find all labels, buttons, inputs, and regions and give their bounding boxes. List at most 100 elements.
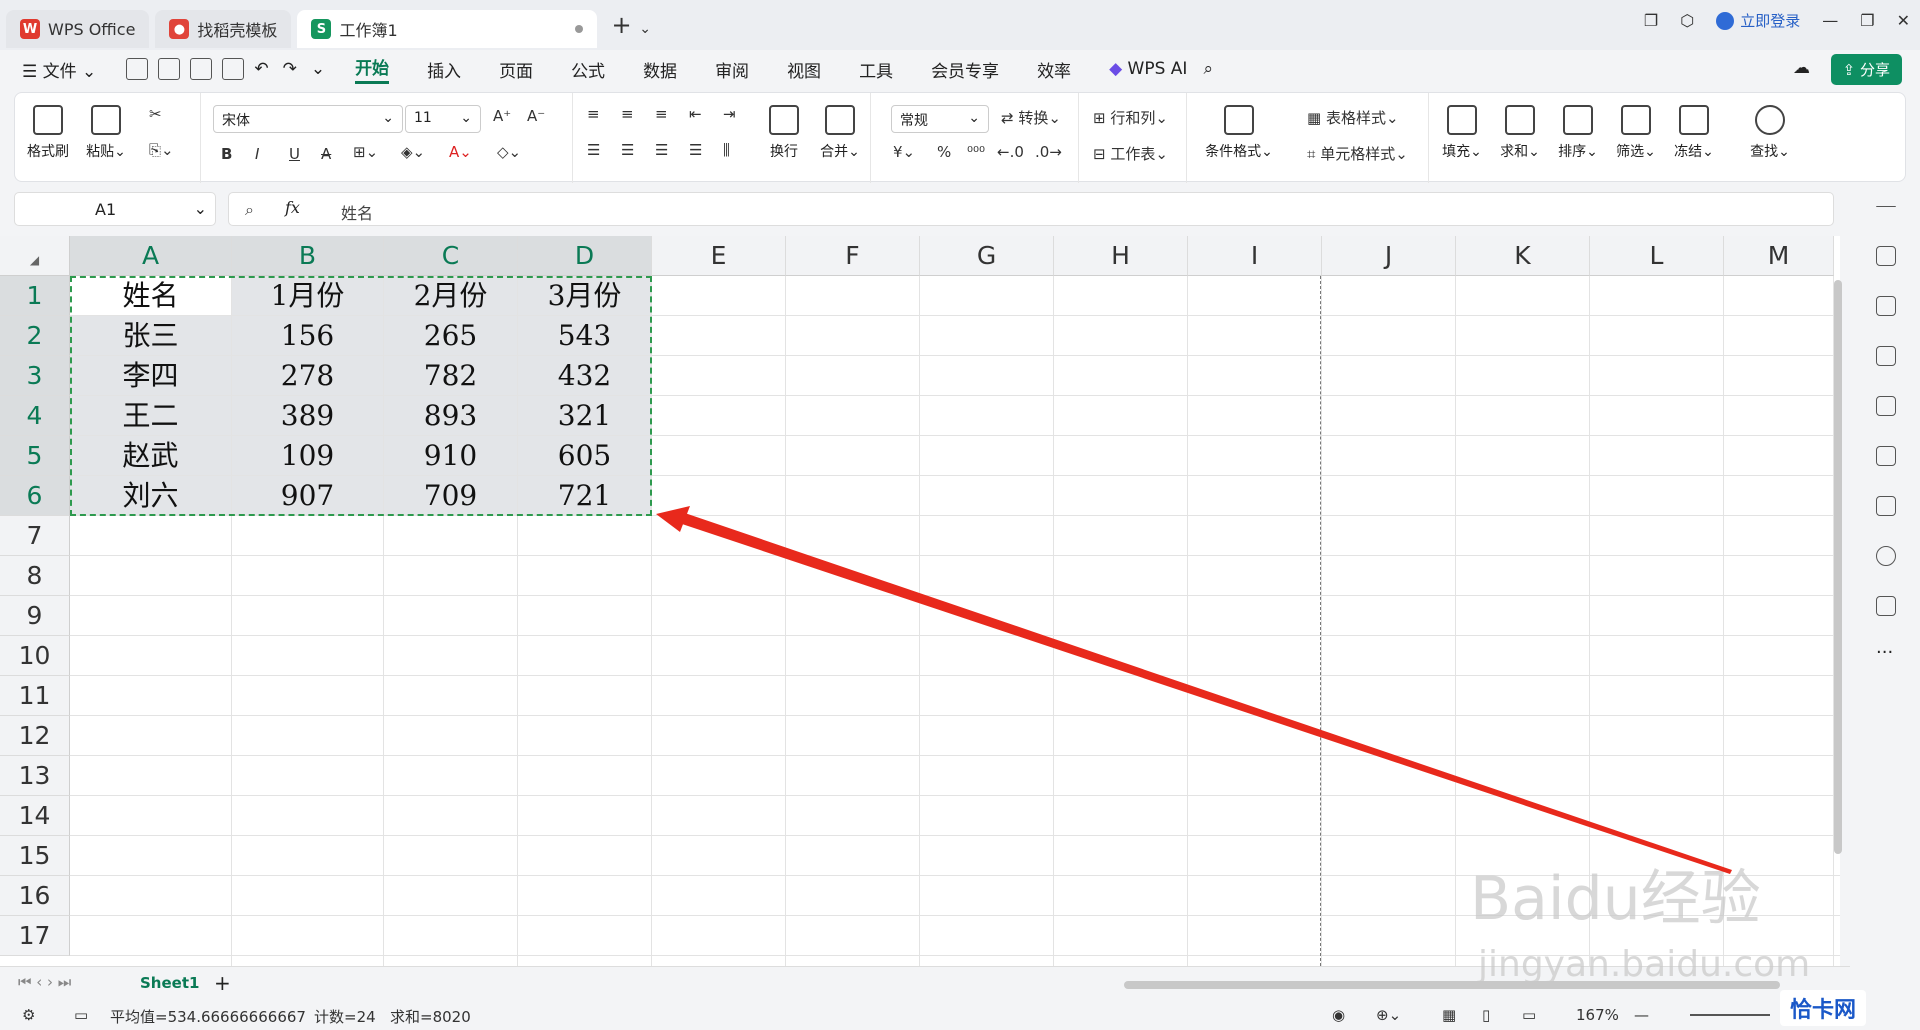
font-color-icon[interactable]: A⌄ [449, 143, 472, 161]
align-left-icon[interactable]: ☰ [587, 141, 600, 159]
share-button[interactable]: ⇪ 分享 [1830, 54, 1902, 85]
print-icon[interactable] [190, 58, 213, 80]
row-header-13[interactable]: 13 [0, 756, 70, 796]
row-header-1[interactable]: 1 [0, 276, 70, 316]
font-size-select[interactable]: 11 ⌄ [405, 105, 481, 133]
row-header-3[interactable]: 3 [0, 356, 70, 396]
tab-view[interactable]: 视图 [787, 57, 821, 82]
tab-wps-office[interactable]: W WPS Office [6, 10, 150, 48]
formula-input[interactable]: ⌕ fx 姓名 [228, 192, 1834, 226]
font-name-select[interactable]: 宋体 ⌄ [213, 105, 403, 133]
conditional-format-button[interactable]: 条件格式⌄ [1201, 105, 1277, 161]
cell-b3[interactable]: 278 [232, 356, 384, 396]
cell-c1[interactable]: 2月份 [384, 276, 518, 316]
sort-button[interactable]: 排序⌄ [1551, 105, 1605, 161]
cell-nav-icon[interactable]: ⊕⌄ [1376, 1006, 1401, 1024]
tab-formula[interactable]: 公式 [571, 57, 605, 82]
redo-icon[interactable]: ↷ [283, 59, 297, 79]
align-bottom-icon[interactable]: ≡ [655, 105, 668, 123]
align-center-icon[interactable]: ☰ [621, 141, 634, 159]
close-icon[interactable]: ✕ [1897, 11, 1910, 30]
cell-d2[interactable]: 543 [518, 316, 652, 356]
row-header-4[interactable]: 4 [0, 396, 70, 436]
column-header-e[interactable]: E [652, 236, 786, 276]
align-top-icon[interactable]: ≡ [587, 105, 600, 123]
wps-ai-button[interactable]: ◆ WPS AI [1109, 59, 1187, 79]
row-header-2[interactable]: 2 [0, 316, 70, 356]
filter-button[interactable]: 筛选⌄ [1609, 105, 1663, 161]
number-format-select[interactable]: 常规 ⌄ [891, 105, 989, 133]
minimize-icon[interactable]: — [1822, 11, 1838, 30]
cell-d6[interactable]: 721 [518, 476, 652, 516]
cell-a3[interactable]: 李四 [70, 356, 232, 396]
zoom-search-icon[interactable]: ⌕ [245, 200, 254, 220]
worksheet-button[interactable]: ⊟ 工作表⌄ [1093, 143, 1168, 164]
tab-efficiency[interactable]: 效率 [1037, 57, 1071, 82]
save-icon[interactable] [126, 58, 149, 80]
cell-d3[interactable]: 432 [518, 356, 652, 396]
cell-b1[interactable]: 1月份 [232, 276, 384, 316]
freeze-button[interactable]: 冻结⌄ [1667, 105, 1721, 161]
row-header-16[interactable]: 16 [0, 876, 70, 916]
cell-c6[interactable]: 709 [384, 476, 518, 516]
row-header-17[interactable]: 17 [0, 916, 70, 956]
page-icon[interactable]: ▭ [74, 1006, 88, 1024]
cube-icon[interactable]: ⬡ [1680, 11, 1694, 30]
formula-sum-icon[interactable] [1876, 596, 1896, 616]
row-header-12[interactable]: 12 [0, 716, 70, 756]
page-layout-view-icon[interactable]: ▯ [1482, 1006, 1490, 1024]
normal-view-icon[interactable]: ▦ [1442, 1006, 1456, 1024]
restore-icon[interactable]: ❐ [1860, 11, 1874, 30]
percent-icon[interactable]: % [937, 143, 951, 161]
tab-home[interactable]: 开始 [355, 54, 390, 84]
login-button[interactable]: 立即登录 [1716, 10, 1800, 31]
tab-page[interactable]: 页面 [499, 57, 533, 82]
tab-data[interactable]: 数据 [643, 57, 677, 82]
decrease-font-icon[interactable]: A⁻ [527, 107, 545, 125]
unsaved-dot-icon[interactable] [575, 25, 584, 33]
row-col-button[interactable]: ⊞ 行和列⌄ [1093, 107, 1168, 128]
cell-d5[interactable]: 605 [518, 436, 652, 476]
paste-button[interactable]: 粘贴⌄ [79, 105, 133, 161]
indent-decrease-icon[interactable]: ⇤ [689, 105, 702, 123]
align-right-icon[interactable]: ☰ [655, 141, 668, 159]
column-header-a[interactable]: A [70, 236, 232, 276]
cell-style-button[interactable]: ⌗ 单元格样式⌄ [1307, 143, 1408, 164]
increase-font-icon[interactable]: A⁺ [493, 107, 511, 125]
cell-d1[interactable]: 3月份 [518, 276, 652, 316]
italic-icon[interactable]: I [255, 145, 259, 163]
column-header-b[interactable]: B [232, 236, 384, 276]
add-sheet-icon[interactable]: + [214, 971, 231, 995]
convert-button[interactable]: ⇄ 转换⌄ [1001, 107, 1061, 128]
border-icon[interactable]: ⊞⌄ [353, 143, 378, 161]
row-header-7[interactable]: 7 [0, 516, 70, 556]
vertical-scrollbar[interactable] [1834, 280, 1842, 854]
column-header-c[interactable]: C [384, 236, 518, 276]
decimal-increase-icon[interactable]: ←.0 [997, 143, 1024, 161]
find-button[interactable]: 查找⌄ [1743, 105, 1797, 161]
wrap-text-button[interactable]: 换行 [757, 105, 811, 161]
tab-review[interactable]: 审阅 [715, 57, 749, 82]
eye-protect-icon[interactable]: ◉ [1332, 1006, 1345, 1024]
macro-icon[interactable]: ⚙ [22, 1006, 35, 1024]
column-header-h[interactable]: H [1054, 236, 1188, 276]
page-break-view-icon[interactable]: ▭ [1522, 1006, 1536, 1024]
cell-b2[interactable]: 156 [232, 316, 384, 356]
cell-a5[interactable]: 赵武 [70, 436, 232, 476]
clear-format-icon[interactable]: ◇⌄ [497, 143, 521, 161]
fx-icon[interactable]: fx [285, 198, 300, 217]
cell-b4[interactable]: 389 [232, 396, 384, 436]
transform-icon[interactable] [1876, 346, 1896, 366]
print-preview-icon[interactable] [222, 58, 245, 80]
thousands-icon[interactable]: ⁰⁰⁰ [967, 143, 985, 161]
zoom-slider[interactable] [1690, 1014, 1770, 1016]
file-menu[interactable]: ☰ 文件 ⌄ [22, 57, 96, 82]
book-icon[interactable] [1876, 496, 1896, 516]
name-box[interactable]: A1 ⌄ [14, 192, 216, 226]
row-header-10[interactable]: 10 [0, 636, 70, 676]
window-layout-icon[interactable]: ❐ [1644, 11, 1658, 30]
column-header-d[interactable]: D [518, 236, 652, 276]
select-all-corner[interactable]: ◢ [0, 236, 70, 276]
row-header-5[interactable]: 5 [0, 436, 70, 476]
distribute-icon[interactable]: ⫼ [723, 141, 730, 159]
